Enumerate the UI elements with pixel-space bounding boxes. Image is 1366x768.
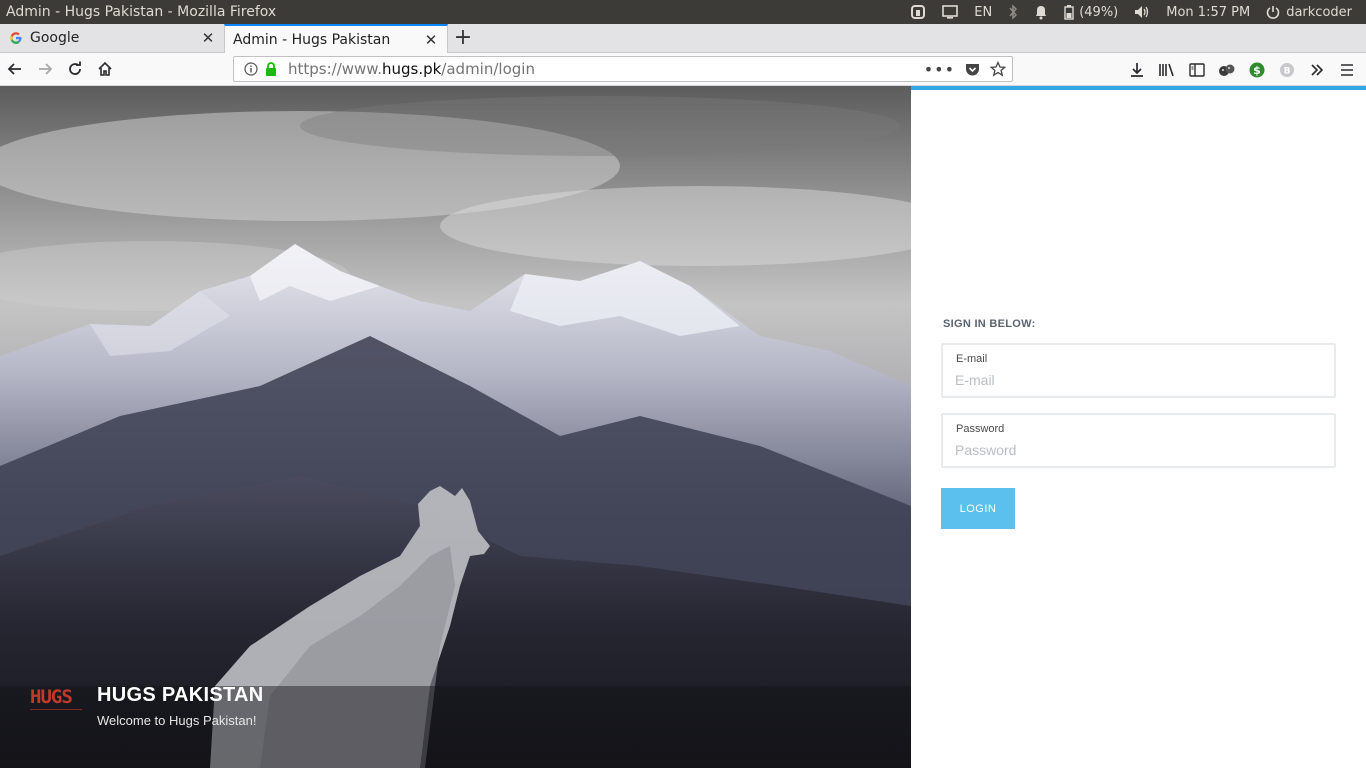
hugs-logo: HUGS bbox=[30, 686, 82, 710]
site-info-icon[interactable] bbox=[240, 62, 262, 76]
svg-text:$: $ bbox=[1253, 64, 1261, 77]
password-input[interactable] bbox=[955, 440, 1315, 460]
downloads-icon[interactable] bbox=[1122, 55, 1152, 85]
url-path: /admin/login bbox=[441, 60, 535, 78]
tab-google[interactable]: Google ✕ bbox=[0, 23, 224, 52]
url-host: hugs.pk bbox=[381, 60, 442, 78]
close-tab-icon[interactable]: ✕ bbox=[423, 31, 439, 49]
battery-indicator[interactable]: (49%) bbox=[1056, 0, 1126, 24]
sidebar-toggle-icon[interactable] bbox=[1182, 55, 1212, 85]
notification-bell-icon[interactable] bbox=[1026, 0, 1056, 24]
email-field[interactable]: E-mail bbox=[941, 343, 1336, 398]
reload-icon bbox=[69, 61, 81, 75]
new-tab-button[interactable]: + bbox=[448, 23, 478, 52]
display-icon[interactable] bbox=[934, 0, 966, 24]
url-actions: ••• bbox=[924, 60, 1012, 79]
tab-label: Admin - Hugs Pakistan bbox=[233, 31, 391, 48]
extension-b-icon[interactable]: B bbox=[1272, 55, 1302, 85]
reload-button[interactable] bbox=[60, 54, 90, 84]
window-title: Admin - Hugs Pakistan - Mozilla Firefox bbox=[6, 4, 277, 20]
volume-icon[interactable] bbox=[1126, 0, 1158, 24]
email-label: E-mail bbox=[956, 353, 988, 365]
page-actions-menu-icon[interactable]: ••• bbox=[924, 60, 955, 79]
url-text[interactable]: https://www.hugs.pk/admin/login bbox=[288, 60, 924, 78]
secure-lock-icon[interactable] bbox=[262, 61, 280, 77]
url-prefix: https://www. bbox=[288, 60, 382, 78]
brand-block: HUGS HUGS PAKISTAN Welcome to Hugs Pakis… bbox=[30, 684, 264, 728]
forward-button[interactable] bbox=[30, 54, 60, 84]
signin-heading: SIGN IN BELOW: bbox=[943, 318, 1036, 330]
tab-admin-hugs-pakistan[interactable]: Admin - Hugs Pakistan ✕ bbox=[224, 24, 448, 53]
power-icon bbox=[1266, 6, 1280, 19]
brand-subtitle: Welcome to Hugs Pakistan! bbox=[97, 713, 257, 728]
overflow-chevron-icon[interactable] bbox=[1302, 55, 1332, 85]
pocket-icon[interactable] bbox=[965, 62, 980, 77]
password-label: Password bbox=[956, 423, 1005, 435]
keyboard-layout-indicator[interactable]: EN bbox=[966, 0, 1000, 24]
back-button[interactable] bbox=[0, 54, 30, 84]
app-indicator-icon[interactable] bbox=[902, 0, 934, 24]
mountain-wolf-illustration bbox=[0, 86, 911, 768]
back-arrow-icon bbox=[7, 63, 21, 75]
extension-green-icon[interactable]: $ bbox=[1242, 55, 1272, 85]
url-bar[interactable]: https://www.hugs.pk/admin/login ••• bbox=[233, 56, 1013, 82]
google-g-icon bbox=[8, 30, 24, 46]
brand-title: HUGS PAKISTAN bbox=[97, 684, 264, 706]
clock[interactable]: Mon 1:57 PM bbox=[1158, 0, 1258, 24]
login-panel: SIGN IN BELOW: E-mail Password LOGIN bbox=[911, 86, 1366, 768]
navigation-toolbar: https://www.hugs.pk/admin/login ••• $ B bbox=[0, 53, 1366, 86]
bluetooth-icon[interactable] bbox=[1000, 0, 1026, 24]
hamburger-menu-icon[interactable] bbox=[1332, 55, 1362, 85]
close-tab-icon[interactable]: ✕ bbox=[200, 29, 216, 47]
hero-background-image: HUGS HUGS PAKISTAN Welcome to Hugs Pakis… bbox=[0, 86, 911, 768]
email-input[interactable] bbox=[955, 370, 1315, 390]
toolbar-right: $ B bbox=[1122, 53, 1366, 86]
svg-text:B: B bbox=[1284, 66, 1291, 76]
forward-arrow-icon bbox=[39, 63, 53, 75]
session-menu[interactable]: darkcoder bbox=[1258, 0, 1360, 24]
home-button[interactable] bbox=[90, 54, 120, 84]
battery-percent: (49%) bbox=[1079, 4, 1119, 20]
os-top-panel: Admin - Hugs Pakistan - Mozilla Firefox … bbox=[0, 0, 1366, 24]
home-icon bbox=[98, 61, 112, 76]
user-name: darkcoder bbox=[1286, 4, 1352, 20]
system-indicators: EN (49%) Mon 1:57 PM darkcoder bbox=[902, 0, 1366, 24]
library-icon[interactable] bbox=[1152, 55, 1182, 85]
extension-cookies-icon[interactable] bbox=[1212, 55, 1242, 85]
password-field[interactable]: Password bbox=[941, 413, 1336, 468]
login-button[interactable]: LOGIN bbox=[941, 488, 1015, 529]
bookmark-star-icon[interactable] bbox=[990, 61, 1006, 77]
tab-label: Google bbox=[30, 29, 80, 46]
page-content: HUGS HUGS PAKISTAN Welcome to Hugs Pakis… bbox=[0, 86, 1366, 768]
tab-strip: Google ✕ Admin - Hugs Pakistan ✕ + bbox=[0, 24, 1366, 53]
